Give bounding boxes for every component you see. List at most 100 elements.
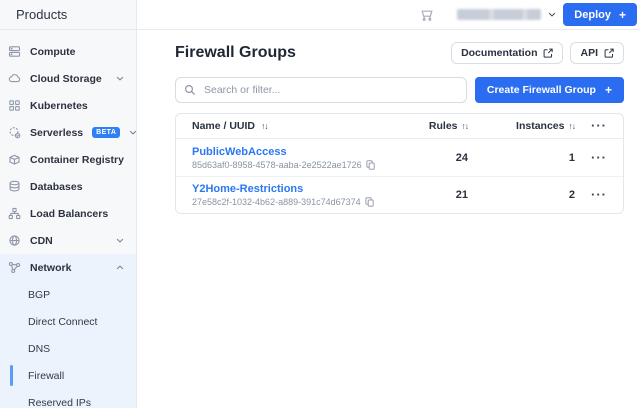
firewall-groups-table: Name / UUID ↑↓ Rules ↑↓ Instances ↑↓ ···…	[175, 113, 624, 214]
content: Firewall Groups Documentation API Search…	[137, 30, 640, 214]
network-section: Network BGP Direct Connect DNS Firewall …	[0, 254, 136, 408]
name-uuid-cell: Y2Home-Restrictions 27e58c2f-1032-4b62-a…	[176, 183, 378, 207]
rules-count: 21	[455, 189, 468, 201]
topbar: Deploy +	[137, 0, 640, 30]
sidebar-item-label: Databases	[30, 180, 83, 193]
content-header: Firewall Groups Documentation API	[175, 42, 624, 64]
deploy-button[interactable]: Deploy +	[563, 3, 637, 26]
chevron-down-icon	[116, 76, 124, 81]
sidebar-item-label: CDN	[30, 234, 53, 247]
api-button-label: API	[580, 47, 598, 59]
firewall-group-link[interactable]: PublicWebAccess	[192, 146, 378, 158]
firewall-group-uuid: 85d63af0-8958-4578-aaba-2e2522ae1726	[192, 160, 378, 170]
sidebar-subitem-label: Direct Connect	[28, 315, 98, 328]
uuid-text: 27e58c2f-1032-4b62-a889-391c74d67374	[192, 197, 361, 207]
sidebar-subitem-label: Reserved IPs	[28, 396, 92, 408]
container-registry-icon	[8, 153, 21, 166]
beta-badge: BETA	[92, 127, 121, 138]
row-actions: ···	[575, 151, 623, 164]
external-link-icon	[604, 48, 614, 58]
sidebar-subitem-label: Firewall	[28, 369, 65, 382]
load-balancers-icon	[8, 207, 21, 220]
databases-icon	[8, 180, 21, 193]
chevron-down-icon	[116, 238, 124, 243]
cloud-storage-icon	[8, 72, 21, 85]
row-menu[interactable]: ···	[591, 151, 607, 164]
copy-icon[interactable]	[366, 159, 375, 170]
sidebar-subitem-firewall[interactable]: Firewall	[0, 362, 136, 389]
documentation-button-label: Documentation	[461, 47, 538, 59]
toolbar: Create Firewall Group +	[175, 77, 624, 103]
chevron-up-icon	[116, 265, 124, 270]
products-nav: Compute Cloud Storage Kubernetes Serverl…	[0, 30, 136, 408]
kubernetes-icon	[8, 99, 21, 112]
firewall-group-link[interactable]: Y2Home-Restrictions	[192, 183, 378, 195]
sidebar-item-load-balancers[interactable]: Load Balancers	[0, 200, 136, 227]
header-actions: Documentation API	[451, 42, 624, 64]
sidebar-item-serverless[interactable]: Serverless BETA	[0, 119, 136, 146]
sort-icon[interactable]: ↑↓	[261, 121, 268, 131]
instances-count: 1	[568, 151, 575, 164]
sidebar-subitem-dns[interactable]: DNS	[0, 335, 136, 362]
table-row: PublicWebAccess 85d63af0-8958-4578-aaba-…	[176, 139, 623, 176]
sidebar-item-label: Container Registry	[30, 153, 124, 166]
chevron-down-icon	[548, 12, 556, 17]
sidebar-subitem-reserved-ips[interactable]: Reserved IPs	[0, 389, 136, 408]
deploy-button-label: Deploy	[574, 8, 611, 21]
create-firewall-group-label: Create Firewall Group	[486, 84, 596, 96]
account-menu[interactable]	[457, 9, 556, 20]
sidebar-item-databases[interactable]: Databases	[0, 173, 136, 200]
name-uuid-cell: PublicWebAccess 85d63af0-8958-4578-aaba-…	[176, 146, 378, 170]
instances-count: 2	[568, 189, 575, 201]
sidebar-item-network[interactable]: Network	[0, 254, 136, 281]
search-input[interactable]	[175, 77, 467, 103]
sidebar-item-cloud-storage[interactable]: Cloud Storage	[0, 65, 136, 92]
table-options-menu[interactable]: ···	[591, 119, 607, 132]
chevron-down-icon	[129, 130, 136, 135]
table-row: Y2Home-Restrictions 27e58c2f-1032-4b62-a…	[176, 176, 623, 213]
table-header: Name / UUID ↑↓ Rules ↑↓ Instances ↑↓ ···	[176, 114, 623, 139]
copy-icon[interactable]	[365, 197, 374, 207]
sidebar-subitem-direct-connect[interactable]: Direct Connect	[0, 308, 136, 335]
sidebar-item-label: Load Balancers	[30, 207, 109, 220]
column-label: Rules	[428, 120, 458, 132]
main-area: Deploy + Firewall Groups Documentation A…	[137, 0, 640, 408]
plus-icon: +	[604, 83, 612, 97]
rules-count: 24	[455, 151, 468, 164]
sidebar-subitem-label: BGP	[28, 288, 51, 301]
sidebar-subitem-bgp[interactable]: BGP	[0, 281, 136, 308]
column-actions: ···	[575, 119, 623, 132]
sidebar-subitem-label: DNS	[28, 342, 51, 355]
column-name-uuid: Name / UUID ↑↓	[176, 120, 378, 132]
sidebar-item-label: Network	[30, 261, 72, 274]
firewall-group-uuid: 27e58c2f-1032-4b62-a889-391c74d67374	[192, 197, 378, 207]
sidebar-item-compute[interactable]: Compute	[0, 38, 136, 65]
sidebar-item-label: Cloud Storage	[30, 72, 102, 85]
sidebar-item-cdn[interactable]: CDN	[0, 227, 136, 254]
cdn-icon	[8, 234, 21, 247]
cart-icon[interactable]	[419, 7, 435, 23]
column-label: Instances	[516, 120, 565, 132]
compute-icon	[8, 45, 21, 58]
create-firewall-group-button[interactable]: Create Firewall Group +	[474, 77, 624, 103]
sidebar-item-label: Serverless	[30, 126, 84, 139]
sidebar-item-kubernetes[interactable]: Kubernetes	[0, 92, 136, 119]
sidebar-item-label: Kubernetes	[30, 99, 88, 112]
row-menu[interactable]: ···	[591, 188, 607, 201]
sidebar-item-container-registry[interactable]: Container Registry	[0, 146, 136, 173]
plus-icon: +	[618, 7, 626, 22]
account-name-redacted	[457, 9, 542, 20]
network-icon	[8, 261, 21, 274]
column-label: Name / UUID	[192, 120, 256, 132]
sidebar-item-label: Compute	[30, 45, 76, 58]
page-title: Firewall Groups	[175, 44, 296, 61]
column-rules: Rules ↑↓	[378, 120, 469, 132]
row-actions: ···	[575, 188, 623, 201]
api-button[interactable]: API	[570, 42, 624, 64]
documentation-button[interactable]: Documentation	[451, 42, 564, 64]
uuid-text: 85d63af0-8958-4578-aaba-2e2522ae1726	[192, 159, 362, 170]
sidebar-title: Products	[0, 0, 136, 30]
external-link-icon	[543, 48, 554, 58]
search-box	[175, 77, 467, 103]
search-icon	[184, 84, 196, 96]
